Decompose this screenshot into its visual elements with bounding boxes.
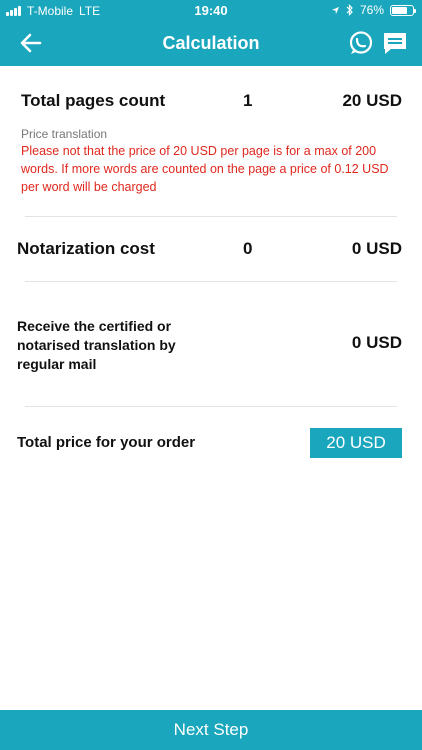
divider (25, 281, 397, 282)
top-bar: T-Mobile LTE 19:40 76% Calculation (0, 0, 422, 66)
total-amount-badge: 20 USD (310, 428, 402, 458)
pages-label: Total pages count (21, 91, 166, 110)
pages-qty: 1 (243, 91, 253, 110)
battery-icon (390, 4, 416, 16)
price-note-title: Price translation (21, 127, 108, 141)
price-note-text: Please not that the price of 20 USD per … (21, 144, 389, 194)
app-header: Calculation (0, 22, 422, 66)
status-right: 76% (331, 3, 416, 17)
next-step-button[interactable]: Next Step (0, 710, 422, 750)
mail-amount: 0 USD (351, 333, 402, 352)
total-label: Total price for your order (17, 434, 196, 451)
divider (25, 216, 397, 217)
pages-row: Total pages count 1 20 USD (0, 88, 422, 114)
divider (25, 406, 397, 407)
total-row: Total price for your order 20 USD (0, 428, 422, 458)
notarization-row: Notarization cost 0 0 USD (0, 236, 422, 262)
battery-percent: 76% (359, 3, 384, 17)
mail-label: Receive the certified or notarised trans… (17, 318, 176, 372)
chat-bubble-icon[interactable] (348, 30, 374, 56)
status-bar: T-Mobile LTE 19:40 76% (0, 0, 422, 22)
notarization-qty: 0 (243, 239, 253, 258)
message-square-icon[interactable] (382, 30, 408, 56)
bluetooth-icon (346, 4, 353, 16)
location-icon (331, 6, 340, 14)
notarization-label: Notarization cost (17, 239, 155, 258)
pages-amount: 20 USD (342, 91, 402, 110)
mail-row: Receive the certified or notarised trans… (0, 317, 422, 377)
notarization-amount: 0 USD (351, 239, 402, 258)
